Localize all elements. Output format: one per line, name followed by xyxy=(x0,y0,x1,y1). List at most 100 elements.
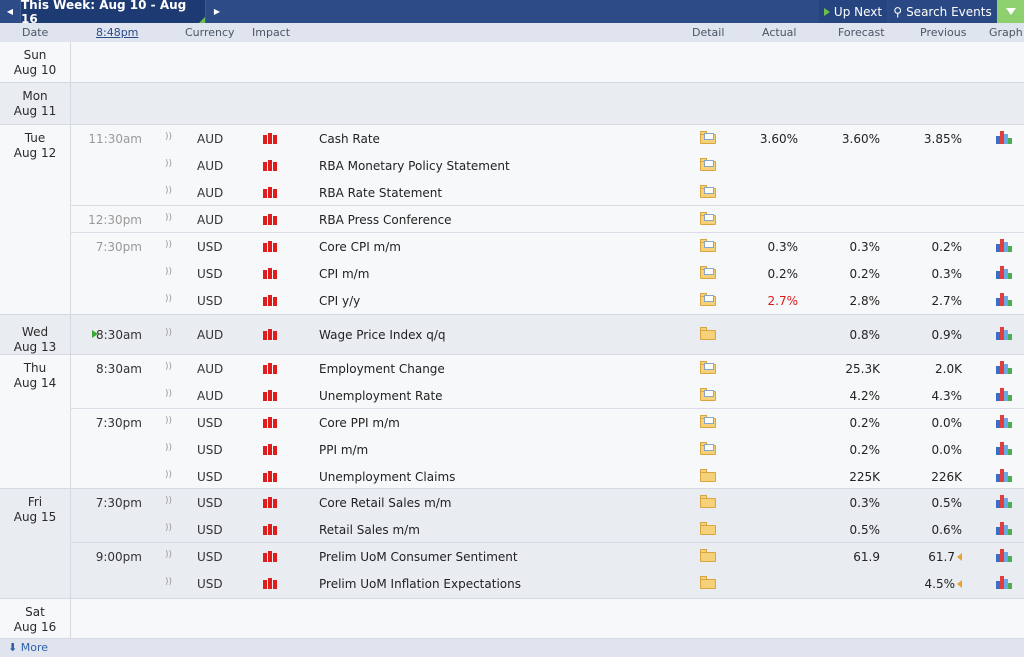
sound-alert-icon[interactable]: )) xyxy=(165,496,172,506)
sound-alert-icon[interactable]: )) xyxy=(165,550,172,560)
detail-folder-icon[interactable] xyxy=(700,239,716,252)
detail-folder-icon[interactable] xyxy=(700,158,716,171)
high-impact-icon[interactable] xyxy=(263,417,277,428)
detail-folder-icon[interactable] xyxy=(700,469,716,482)
high-impact-icon[interactable] xyxy=(263,214,277,225)
detail-folder-icon[interactable] xyxy=(700,327,716,340)
event-row[interactable]: 7:30pm)) USD Core Retail Sales m/m 0.3% 0.5% xyxy=(70,489,1024,516)
sound-alert-icon[interactable]: )) xyxy=(165,213,172,223)
week-selector-button[interactable]: This Week: Aug 10 - Aug 16 xyxy=(20,0,206,26)
event-title[interactable]: Prelim UoM Consumer Sentiment xyxy=(319,550,518,564)
event-title[interactable]: Unemployment Rate xyxy=(319,389,443,403)
event-title[interactable]: PPI m/m xyxy=(319,443,368,457)
event-title[interactable]: RBA Monetary Policy Statement xyxy=(319,159,510,173)
graph-icon[interactable] xyxy=(996,414,1012,428)
event-title[interactable]: Prelim UoM Inflation Expectations xyxy=(319,577,521,591)
header-time-link[interactable]: 8:48pm xyxy=(96,26,138,39)
sound-alert-icon[interactable]: )) xyxy=(165,416,172,426)
high-impact-icon[interactable] xyxy=(263,133,277,144)
graph-icon[interactable] xyxy=(996,521,1012,535)
sound-alert-icon[interactable]: )) xyxy=(165,240,172,250)
sound-alert-icon[interactable]: )) xyxy=(165,523,172,533)
event-row[interactable]: )) AUD Unemployment Rate 4.2% 4.3% xyxy=(70,382,1024,409)
event-row[interactable]: )) USD PPI m/m 0.2% 0.0% xyxy=(70,436,1024,463)
filter-button[interactable] xyxy=(997,0,1024,23)
event-row[interactable]: 9:00pm)) USD Prelim UoM Consumer Sentiment… xyxy=(70,543,1024,570)
high-impact-icon[interactable] xyxy=(263,363,277,374)
detail-folder-icon[interactable] xyxy=(700,549,716,562)
detail-folder-icon[interactable] xyxy=(700,442,716,455)
sound-alert-icon[interactable]: )) xyxy=(165,294,172,304)
graph-icon[interactable] xyxy=(996,468,1012,482)
high-impact-icon[interactable] xyxy=(263,390,277,401)
event-row[interactable]: 7:30pm)) USD Core CPI m/m 0.3% 0.3% 0.2% xyxy=(70,233,1024,260)
event-title[interactable]: CPI m/m xyxy=(319,267,369,281)
detail-folder-icon[interactable] xyxy=(700,266,716,279)
search-events-button[interactable]: ⚲ Search Events xyxy=(889,0,996,23)
more-link[interactable]: ⬇ More xyxy=(8,641,48,654)
detail-folder-icon[interactable] xyxy=(700,388,716,401)
graph-icon[interactable] xyxy=(996,265,1012,279)
high-impact-icon[interactable] xyxy=(263,329,277,340)
event-title[interactable]: CPI y/y xyxy=(319,294,360,308)
sound-alert-icon[interactable]: )) xyxy=(165,132,172,142)
detail-folder-icon[interactable] xyxy=(700,212,716,225)
graph-icon[interactable] xyxy=(996,326,1012,340)
event-row[interactable]: 7:30pm)) USD Core PPI m/m 0.2% 0.0% xyxy=(70,409,1024,436)
event-row[interactable]: )) USD Prelim UoM Inflation Expectations 4.… xyxy=(70,570,1024,597)
up-next-button[interactable]: Up Next xyxy=(819,0,887,23)
detail-folder-icon[interactable] xyxy=(700,293,716,306)
next-week-button[interactable]: ▶ xyxy=(207,0,227,23)
sound-alert-icon[interactable]: )) xyxy=(165,362,172,372)
event-row[interactable]: )) USD CPI m/m 0.2% 0.2% 0.3% xyxy=(70,260,1024,287)
high-impact-icon[interactable] xyxy=(263,444,277,455)
high-impact-icon[interactable] xyxy=(263,187,277,198)
event-row[interactable]: )) AUD RBA Rate Statement xyxy=(70,179,1024,206)
event-title[interactable]: Unemployment Claims xyxy=(319,470,455,484)
high-impact-icon[interactable] xyxy=(263,160,277,171)
event-title[interactable]: Core CPI m/m xyxy=(319,240,401,254)
event-row[interactable]: )) AUD RBA Monetary Policy Statement xyxy=(70,152,1024,179)
graph-icon[interactable] xyxy=(996,575,1012,589)
event-row[interactable]: 11:30am)) AUD Cash Rate 3.60% 3.60% 3.85% xyxy=(70,125,1024,152)
event-title[interactable]: RBA Rate Statement xyxy=(319,186,442,200)
high-impact-icon[interactable] xyxy=(263,578,277,589)
event-title[interactable]: RBA Press Conference xyxy=(319,213,452,227)
high-impact-icon[interactable] xyxy=(263,295,277,306)
detail-folder-icon[interactable] xyxy=(700,131,716,144)
event-row[interactable]: )) USD CPI y/y 2.7% 2.8% 2.7% xyxy=(70,287,1024,314)
event-row[interactable]: )) USD Unemployment Claims 225K 226K xyxy=(70,463,1024,490)
sound-alert-icon[interactable]: )) xyxy=(165,159,172,169)
event-row[interactable]: )) USD Retail Sales m/m 0.5% 0.6% xyxy=(70,516,1024,543)
graph-icon[interactable] xyxy=(996,441,1012,455)
high-impact-icon[interactable] xyxy=(263,471,277,482)
event-row[interactable]: 8:30am)) AUD Wage Price Index q/q 0.8% 0.9% xyxy=(70,321,1024,348)
sound-alert-icon[interactable]: )) xyxy=(165,470,172,480)
graph-icon[interactable] xyxy=(996,548,1012,562)
sound-alert-icon[interactable]: )) xyxy=(165,186,172,196)
sound-alert-icon[interactable]: )) xyxy=(165,443,172,453)
graph-icon[interactable] xyxy=(996,238,1012,252)
event-title[interactable]: Retail Sales m/m xyxy=(319,523,420,537)
high-impact-icon[interactable] xyxy=(263,551,277,562)
high-impact-icon[interactable] xyxy=(263,268,277,279)
sound-alert-icon[interactable]: )) xyxy=(165,577,172,587)
sound-alert-icon[interactable]: )) xyxy=(165,267,172,277)
event-title[interactable]: Core PPI m/m xyxy=(319,416,400,430)
high-impact-icon[interactable] xyxy=(263,241,277,252)
detail-folder-icon[interactable] xyxy=(700,495,716,508)
graph-icon[interactable] xyxy=(996,292,1012,306)
event-title[interactable]: Core Retail Sales m/m xyxy=(319,496,452,510)
detail-folder-icon[interactable] xyxy=(700,415,716,428)
detail-folder-icon[interactable] xyxy=(700,522,716,535)
event-row[interactable]: 8:30am)) AUD Employment Change 25.3K 2.0K xyxy=(70,355,1024,382)
high-impact-icon[interactable] xyxy=(263,524,277,535)
graph-icon[interactable] xyxy=(996,387,1012,401)
event-title[interactable]: Cash Rate xyxy=(319,132,380,146)
graph-icon[interactable] xyxy=(996,130,1012,144)
event-title[interactable]: Employment Change xyxy=(319,362,445,376)
detail-folder-icon[interactable] xyxy=(700,576,716,589)
high-impact-icon[interactable] xyxy=(263,497,277,508)
graph-icon[interactable] xyxy=(996,494,1012,508)
sound-alert-icon[interactable]: )) xyxy=(165,389,172,399)
